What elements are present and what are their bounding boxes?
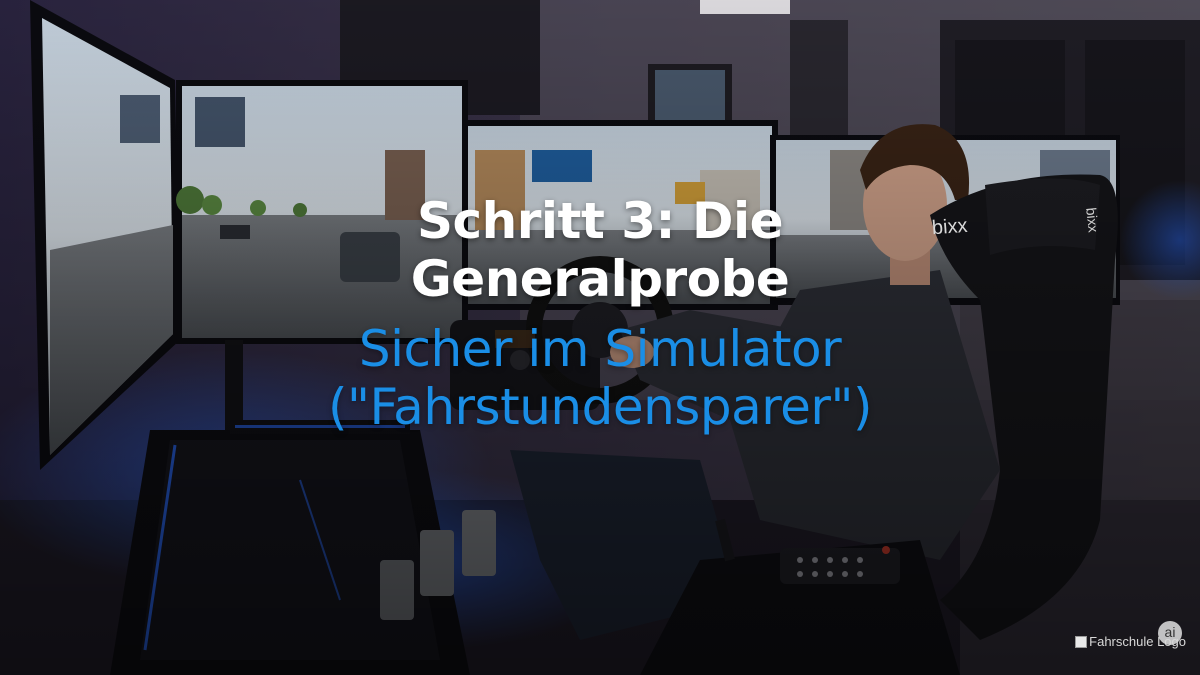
headline-title-line1: Schritt 3: Die [417,192,784,250]
headline-subtitle-line1: Sicher im Simulator [358,320,842,378]
headline-block: Schritt 3: Die Generalprobe Sicher im Si… [0,192,1200,436]
logo-alt-text: Fahrschule Logo [1089,634,1186,649]
headline-subtitle-line2: ("Fahrstundensparer") [328,378,873,436]
school-logo: Fahrschule Logo [1075,634,1186,649]
broken-image-icon [1075,635,1088,648]
headline-title-line2: Generalprobe [410,250,790,308]
simulator-hero-scene: bixx bixx Schritt 3: Die Generalprobe Si… [0,0,1200,675]
